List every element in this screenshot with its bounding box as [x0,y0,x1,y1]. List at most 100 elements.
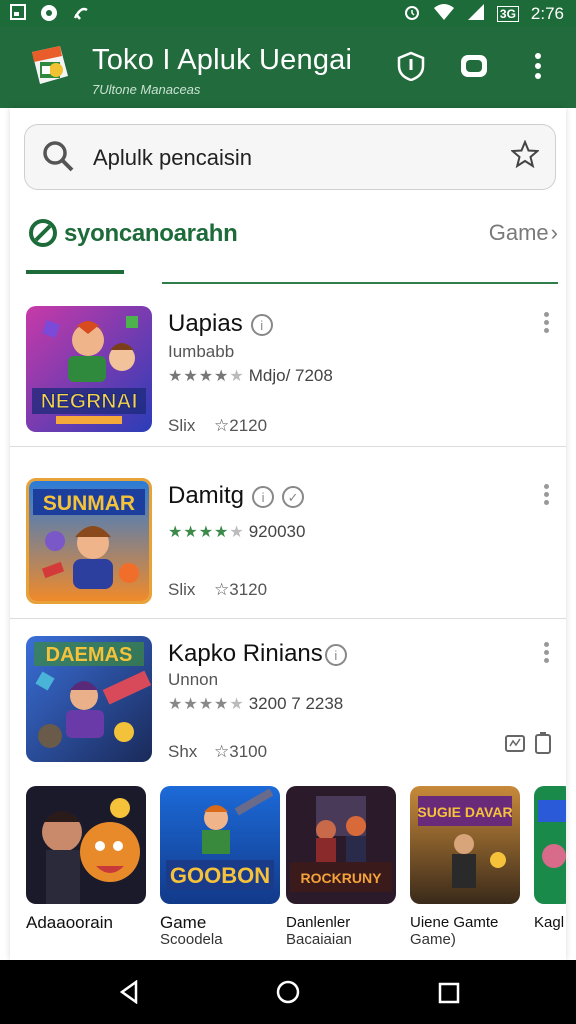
star-outline-icon[interactable] [509,139,541,173]
tab-indicator [26,270,124,274]
home-icon[interactable] [276,980,300,1009]
section-header: syoncanoarahn Game› [28,214,558,250]
card-art-text: SUGIE DAVAR [417,804,512,820]
info-icon[interactable]: i [250,313,273,336]
rating-stars-icon: ★★★★★ [168,368,245,385]
section-link-label[interactable]: Game [489,220,549,245]
media-icon [40,4,58,26]
recents-icon[interactable] [438,982,460,1009]
card-title: Adaaoorain [26,913,113,932]
section-link[interactable]: Game› [489,220,558,246]
card-subtitle: Bacaiaian [286,931,352,948]
item-more-button[interactable] [542,482,550,506]
game-card[interactable]: Kagl [534,786,566,932]
game-card[interactable]: Adaaoorain [26,786,146,932]
thumb-art-text: NEGRNAI [41,390,138,413]
card-art [26,786,146,904]
star-outline-icon: ☆ [214,416,230,435]
rating-stars-icon: ★★★★★ [168,696,245,713]
downloads-text: 3100 [229,742,268,761]
divider [162,282,558,284]
status-bar: 3G 2:76 [0,0,576,26]
rating-stars-icon: ★★★★★ [168,524,245,541]
thumb-art-text: SUNMAR [43,492,135,515]
app-thumbnail[interactable]: DAEMAS [26,636,152,762]
more-vert-icon [535,53,541,79]
camera-button[interactable] [456,48,492,84]
item-more-button[interactable] [542,310,550,334]
star-outline-icon: ☆ [214,580,230,599]
game-card-row: Adaaoorain GOOBON Game Scoodela ROCKRUNY… [26,786,566,960]
game-card[interactable]: ROCKRUNY Danlenler Bacaiaian [286,786,396,948]
app-thumbnail[interactable]: SUNMAR [26,478,152,604]
clock: 2:76 [530,4,564,23]
card-art: ROCKRUNY [286,786,396,904]
app-downloads: ☆3120 [214,580,267,600]
chevron-right-icon: › [550,220,558,245]
camera-icon [461,55,487,77]
app-size: Slix [168,416,196,435]
search-input[interactable]: Aplulk pencaisin [93,145,252,171]
search-bar[interactable]: Aplulk pencaisin [24,124,556,190]
device-icon[interactable] [534,732,552,759]
app-title-text: Damitg [168,482,245,509]
app-subtitle: Unnon [168,670,219,689]
signal-icon [467,3,485,25]
app-size: Shx [168,742,198,761]
app-rating: ★★★★★ 920030 [168,522,305,542]
app-thumbnail[interactable]: NEGRNAI [26,306,152,432]
app-list-item[interactable]: SUNMAR Damitg i ✓ ★★★★★ 920030 Slix ☆3120 [10,462,566,619]
app-title-text: Kapko Rinians [168,640,323,667]
downloads-text: 2120 [229,416,268,435]
app-list-item[interactable]: NEGRNAI Uapias i Iumbabb ★★★★★ Mdjo/ 7208 … [10,290,566,447]
info-icon[interactable]: i [252,485,275,508]
downloads-text: 3120 [229,580,268,599]
card-art: SUGIE DAVAR [410,786,520,904]
card-title: Danlenler [286,914,351,931]
app-bar: Toko I Apluk Uengai 7Ultone Manaceas [0,26,576,108]
card-art [534,786,566,904]
app-list-item[interactable]: DAEMAS Kapko Rinians i Unnon ★★★★★ 3200 7 … [10,620,566,776]
card-title: Uiene Gamte [410,914,499,931]
notification-icon [10,4,26,26]
shield-icon [397,51,425,81]
item-more-button[interactable] [542,640,550,664]
game-card[interactable]: GOOBON Game Scoodela [160,786,280,948]
app-title: Kapko Rinians i [168,640,347,668]
card-title: Game [160,913,207,932]
content-panel: Aplulk pencaisin syoncanoarahn Game› NEG… [10,108,566,960]
app-subtitle: 7Ultone Manaceas [92,82,201,97]
shield-button[interactable] [393,48,429,84]
info-icon[interactable]: i [324,643,347,666]
store-logo-icon [26,42,72,88]
app-title: Toko I Apluk Uengai [92,44,353,76]
section-icon [28,218,58,253]
wifi-icon [433,3,455,25]
app-title: Damitg i ✓ [168,482,305,510]
app-downloads: ☆2120 [214,416,267,436]
search-icon[interactable] [41,139,75,178]
library-icon[interactable] [504,732,526,759]
app-subtitle: Iumbabb [168,342,235,361]
app-downloads: ☆3100 [214,742,267,762]
back-icon[interactable] [118,979,140,1009]
app-title-text: Uapias [168,310,243,337]
card-art: GOOBON [160,786,280,904]
section-title: syoncanoarahn [64,220,238,247]
app-title: Uapias i [168,310,273,338]
card-subtitle: Game) [410,931,456,948]
app-rating: ★★★★★ Mdjo/ 7208 [168,366,333,386]
verified-icon: ✓ [282,485,305,508]
star-outline-icon: ☆ [214,742,230,761]
rating-text: Mdjo/ 7208 [248,366,333,385]
sync-icon [72,4,90,26]
overflow-menu-button[interactable] [520,48,556,84]
game-card[interactable]: SUGIE DAVAR Uiene Gamte Game) [410,786,520,948]
card-subtitle: Scoodela [160,931,223,948]
rating-text: 920030 [248,522,306,541]
card-art-text: GOOBON [170,863,270,888]
card-title: Kagl [534,914,565,931]
rating-text: 3200 7 2238 [248,694,344,713]
thumb-art-text: DAEMAS [46,644,133,666]
network-label: 3G [496,6,519,22]
